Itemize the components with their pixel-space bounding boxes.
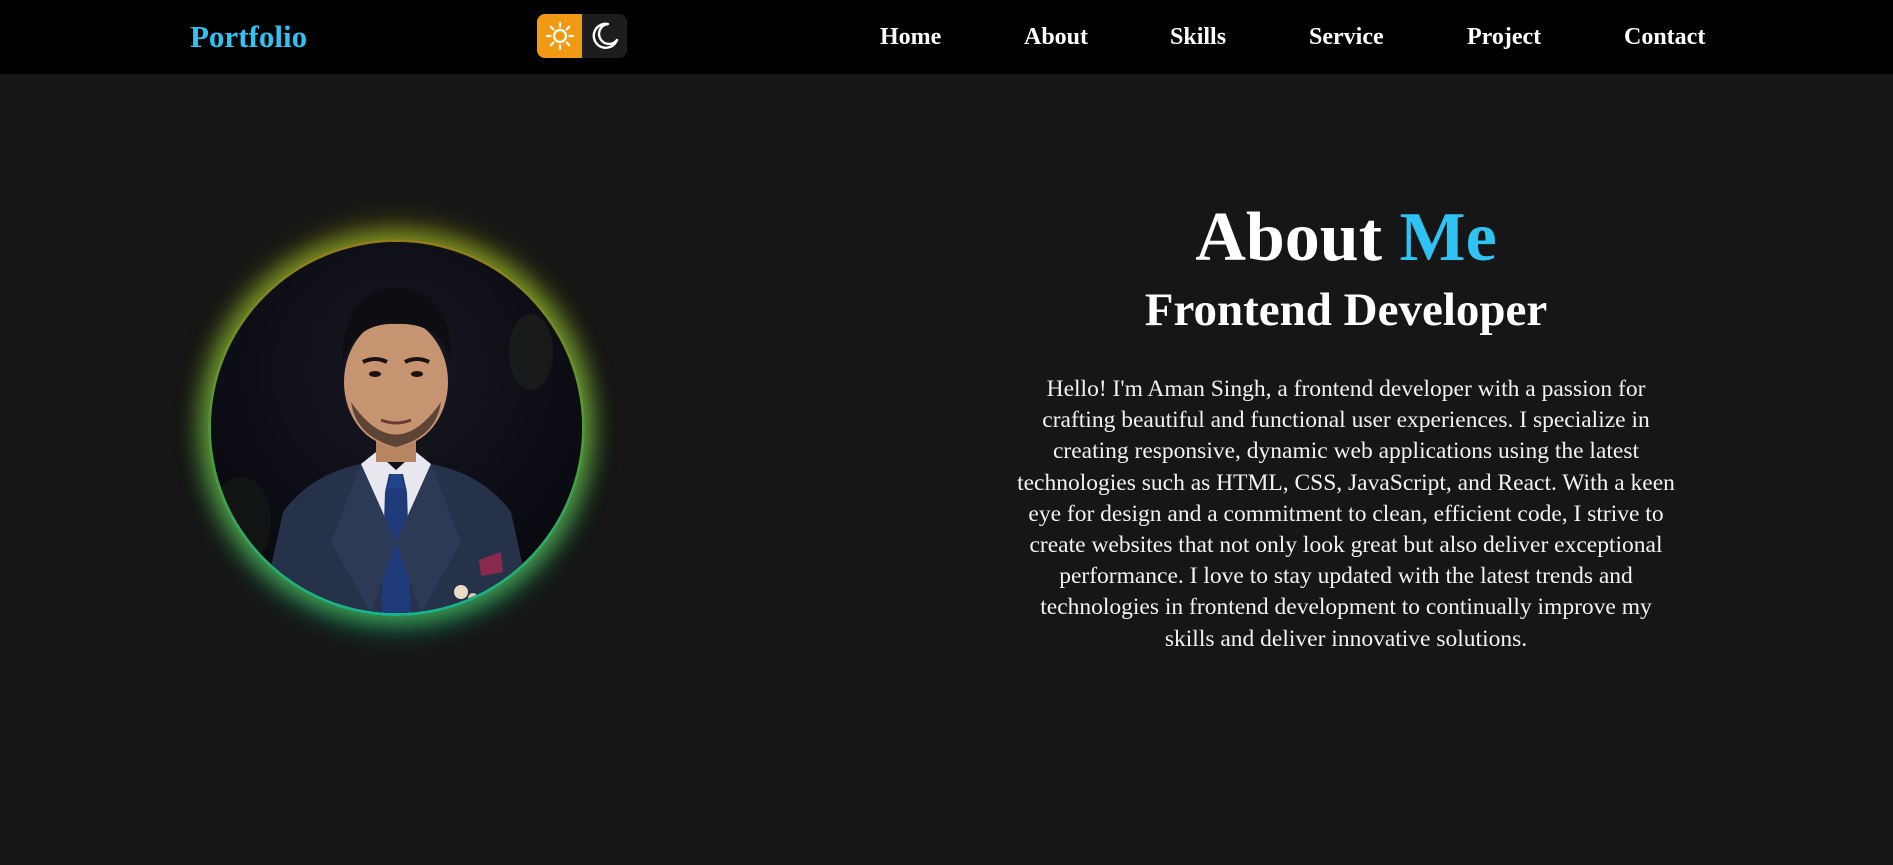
nav-links: Home About Skills Service Project Contac…: [0, 20, 1893, 56]
about-title-prefix: About: [1195, 199, 1383, 276]
nav-link-contact[interactable]: Contact: [1624, 20, 1705, 54]
navbar: Portfolio Home About Skills Service Proj…: [0, 0, 1893, 74]
nav-link-skills[interactable]: Skills: [1170, 20, 1226, 54]
about-subtitle: Frontend Developer: [1144, 284, 1548, 336]
nav-link-project[interactable]: Project: [1467, 20, 1541, 54]
nav-link-about[interactable]: About: [1024, 20, 1088, 54]
about-title-accent: Me: [1399, 199, 1497, 276]
about-description: Hello! I'm Aman Singh, a frontend develo…: [1017, 376, 1675, 652]
nav-link-home[interactable]: Home: [880, 20, 941, 54]
profile-photo: [211, 242, 582, 613]
nav-link-service[interactable]: Service: [1309, 20, 1384, 54]
about-title: About Me: [1000, 198, 1692, 278]
profile-image-frame: [208, 239, 585, 616]
